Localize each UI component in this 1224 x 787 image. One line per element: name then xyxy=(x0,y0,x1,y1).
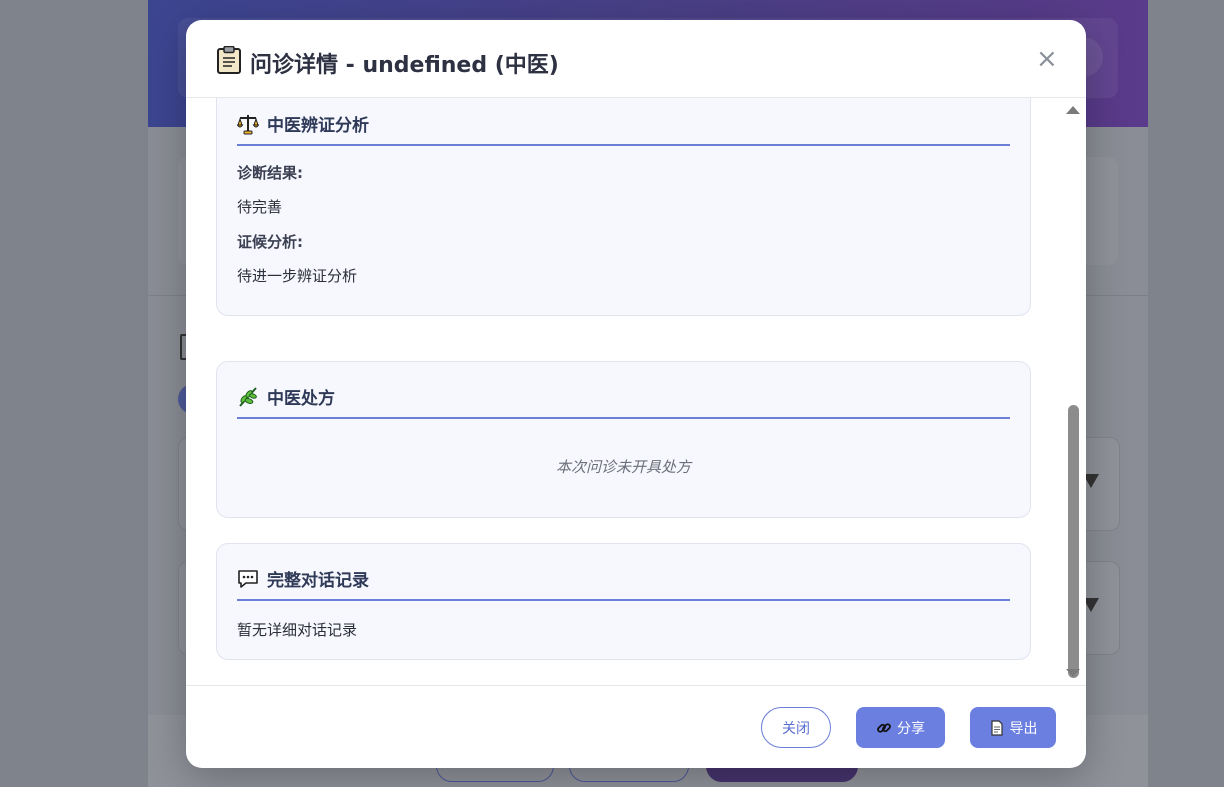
prescription-section-header: 中医处方 xyxy=(237,384,1010,419)
close-button-label: 关闭 xyxy=(782,720,810,737)
document-icon xyxy=(989,719,1005,736)
dialogue-section: 完整对话记录 暂无详细对话记录 xyxy=(216,543,1031,660)
close-button[interactable]: 关闭 xyxy=(761,707,831,748)
analysis-section-title: 中医辨证分析 xyxy=(267,116,369,136)
prescription-section-title: 中医处方 xyxy=(267,389,335,409)
speech-bubble-icon xyxy=(237,568,259,590)
scroll-up-arrow-icon[interactable] xyxy=(1066,106,1080,114)
link-icon xyxy=(876,720,892,736)
export-button[interactable]: 导出 xyxy=(970,707,1056,748)
dialogue-section-title: 完整对话记录 xyxy=(267,571,369,591)
consultation-detail-modal: 问诊详情 - undefined (中医) × 中医辨证分析 诊断结果: 待完善… xyxy=(186,20,1086,768)
dialogue-section-header: 完整对话记录 xyxy=(237,566,1010,601)
modal-title: 问诊详情 - undefined (中医) xyxy=(216,45,559,80)
modal-scrollbar[interactable] xyxy=(1062,98,1086,685)
diagnosis-label: 诊断结果: xyxy=(237,164,303,182)
share-button[interactable]: 分享 xyxy=(856,707,945,748)
dialogue-empty-text: 暂无详细对话记录 xyxy=(237,621,358,639)
analysis-section: 中医辨证分析 诊断结果: 待完善 证候分析: 待进一步辨证分析 xyxy=(216,98,1031,316)
herb-icon xyxy=(237,386,259,408)
prescription-empty-text: 本次问诊未开具处方 xyxy=(555,458,691,476)
scroll-down-arrow-icon[interactable] xyxy=(1066,669,1080,677)
modal-footer: 关闭 分享 导出 xyxy=(186,685,1086,768)
prescription-section: 中医处方 本次问诊未开具处方 xyxy=(216,361,1031,518)
share-button-label: 分享 xyxy=(897,720,925,737)
clipboard-icon xyxy=(216,45,242,80)
syndrome-value: 待进一步辨证分析 xyxy=(237,267,358,285)
modal-body[interactable]: 中医辨证分析 诊断结果: 待完善 证候分析: 待进一步辨证分析 中医处方 本次问… xyxy=(186,98,1086,685)
close-icon[interactable]: × xyxy=(1036,46,1058,72)
syndrome-label: 证候分析: xyxy=(237,233,303,251)
analysis-section-header: 中医辨证分析 xyxy=(236,111,1010,146)
diagnosis-value: 待完善 xyxy=(237,198,283,216)
modal-header: 问诊详情 - undefined (中医) × xyxy=(186,20,1086,98)
scrollbar-thumb[interactable] xyxy=(1068,405,1079,678)
modal-title-text: 问诊详情 - undefined (中医) xyxy=(250,53,559,78)
scales-icon xyxy=(236,113,260,135)
export-button-label: 导出 xyxy=(1009,720,1038,737)
